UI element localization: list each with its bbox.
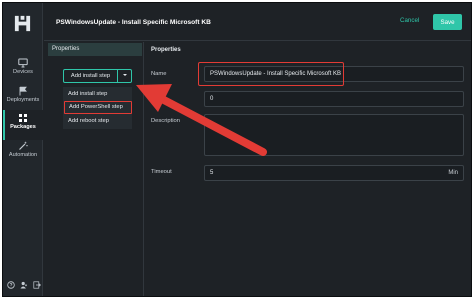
chevron-down-icon bbox=[122, 74, 127, 76]
nav-footer bbox=[7, 281, 41, 291]
user-settings-icon[interactable] bbox=[20, 281, 28, 289]
logout-icon[interactable] bbox=[33, 281, 41, 289]
add-install-step-button[interactable]: Add install step bbox=[64, 70, 117, 82]
page-header: PSWindowsUpdate - Install Specific Micro… bbox=[44, 3, 471, 41]
flag-icon bbox=[19, 86, 27, 96]
steps-panel: Properties Add install step Add install … bbox=[44, 42, 144, 296]
page-title: PSWindowsUpdate - Install Specific Micro… bbox=[56, 19, 211, 26]
name-label: Name bbox=[151, 71, 167, 77]
timeout-unit: Min bbox=[448, 170, 458, 176]
name-field-highlight bbox=[198, 62, 344, 86]
monitor-icon bbox=[18, 58, 28, 68]
timeout-value: 5 bbox=[210, 170, 214, 176]
nav-label: Packages bbox=[10, 124, 36, 130]
grid-icon bbox=[19, 114, 27, 122]
properties-heading: Properties bbox=[151, 47, 181, 53]
nav-label: Deployments bbox=[6, 97, 40, 103]
nav-item-packages[interactable]: Packages bbox=[3, 110, 43, 140]
nav-label: Automation bbox=[8, 152, 38, 158]
order-value: 0 bbox=[210, 96, 214, 102]
steps-panel-heading: Properties bbox=[48, 43, 142, 56]
add-step-menu: Add install step Add PowerShell step Add… bbox=[63, 87, 132, 129]
properties-form: Properties Name PSWindowsUpdate - Instal… bbox=[145, 42, 471, 296]
nav-label: Devices bbox=[13, 69, 33, 75]
timeout-field[interactable]: 5 Min bbox=[204, 165, 464, 181]
description-field[interactable] bbox=[204, 114, 464, 156]
nav-item-automation[interactable]: Automation bbox=[3, 138, 43, 168]
app-window: Devices Deployments Packages Automation bbox=[2, 2, 472, 297]
nav-item-devices[interactable]: Devices bbox=[3, 55, 43, 85]
add-step-split-button: Add install step bbox=[63, 69, 132, 83]
left-nav: Devices Deployments Packages Automation bbox=[3, 3, 43, 296]
cancel-button[interactable]: Cancel bbox=[400, 17, 419, 24]
order-field[interactable]: 0 bbox=[204, 91, 464, 107]
save-button[interactable]: Save bbox=[433, 14, 462, 30]
menu-item-add-powershell-step[interactable]: Add PowerShell step bbox=[64, 101, 132, 114]
nav-item-deployments[interactable]: Deployments bbox=[3, 83, 43, 113]
dropdown-toggle[interactable] bbox=[117, 70, 131, 82]
app-logo-icon[interactable] bbox=[13, 14, 32, 33]
menu-item-add-reboot-step[interactable]: Add reboot step bbox=[63, 115, 132, 128]
help-icon[interactable] bbox=[7, 281, 15, 289]
description-label: Description bbox=[151, 118, 180, 124]
menu-item-add-install-step[interactable]: Add install step bbox=[63, 88, 132, 101]
wand-icon bbox=[19, 141, 28, 150]
timeout-label: Timeout bbox=[151, 169, 172, 175]
